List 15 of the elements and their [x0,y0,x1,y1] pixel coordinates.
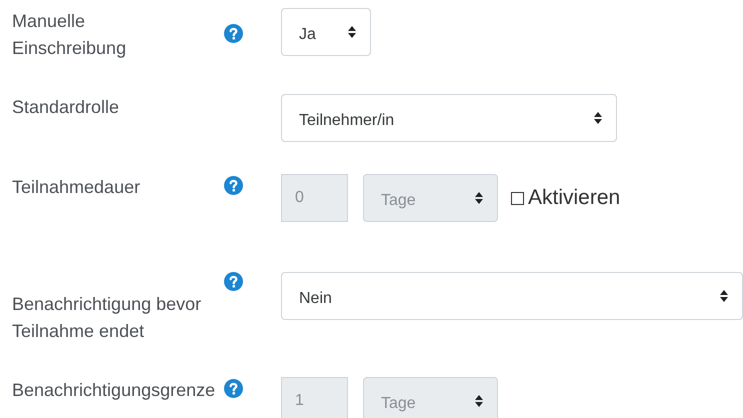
select-field[interactable]: Nein [281,272,743,320]
sort-arrows-icon [474,191,484,205]
field-label: Benachrichtigung bevor Teilnahme endet [12,293,202,343]
select-field[interactable]: Ja [281,8,371,56]
sort-arrows-icon [593,111,603,125]
help-icon[interactable] [224,272,243,291]
field-label: Standardrolle [12,96,120,119]
field-label: Teilnahmedauer [12,176,140,199]
select-field[interactable]: Teilnehmer/in [281,94,617,142]
help-icon[interactable] [224,24,243,42]
sort-arrows-icon [474,394,484,408]
sort-arrows-icon [719,289,729,303]
field-label: Manuelle Einschreibung [12,10,128,60]
field-label: Benachrichtigungsgrenze [12,379,216,402]
sort-arrows-icon [347,25,357,39]
